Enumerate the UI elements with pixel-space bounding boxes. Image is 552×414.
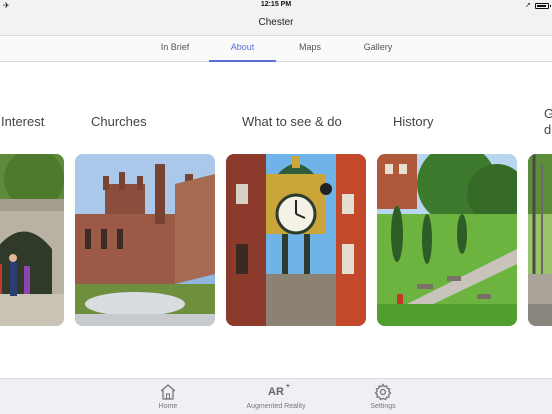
status-bar: ✈ 12:15 PM ➚ [0,0,552,12]
card-title-line-1: G [544,106,552,121]
card-image-roman-garden[interactable] [377,154,517,326]
gear-icon [343,382,423,402]
ar-glyph-plus: + [285,383,290,390]
card-title: What to see & do [242,114,342,129]
card-image-eastgate-clock[interactable] [226,154,366,326]
cathedral-photo [75,154,215,326]
card-title: Interest [1,114,45,129]
page-title: Chester [258,17,294,28]
eastgate-clock-photo [226,154,366,326]
ar-icon: AR + [236,382,316,402]
battery-icon [535,3,551,9]
card-image-bridge[interactable] [528,154,552,326]
tab-settings[interactable]: Settings [343,382,423,410]
card-title: Churches [91,114,147,129]
card-title: G d [544,106,552,138]
tab-maps[interactable]: Maps [289,36,331,62]
card-title: History [393,114,434,129]
location-arrow-icon: ➚ [525,2,531,9]
navigation-bar: Chester [0,12,552,36]
roman-garden-photo [377,154,517,326]
tab-augmented-reality[interactable]: AR + Augmented Reality [236,382,316,410]
card-image-cathedral[interactable] [75,154,215,326]
home-icon [128,382,208,402]
battery-level [537,5,546,7]
tab-augmented-reality-label: Augmented Reality [246,403,306,410]
tab-about[interactable]: About [209,36,276,62]
tab-home-label: Home [158,403,178,410]
tab-home[interactable]: Home [128,382,208,410]
card-title-line-2: d [544,122,552,137]
section-tabs: In Brief About Maps Gallery [0,36,552,62]
status-time: 12:15 PM [260,1,292,8]
topic-carousel[interactable]: Interest Churches What to see & do Histo… [0,62,552,378]
tab-in-brief[interactable]: In Brief [150,36,200,62]
city-walls-gate-photo [0,154,64,326]
tab-settings-label: Settings [370,403,396,410]
card-image-city-walls[interactable] [0,154,64,326]
bottom-tab-bar: Home AR + Augmented Reality Settings [0,378,552,414]
bridge-photo [528,154,552,326]
tab-gallery[interactable]: Gallery [355,36,401,62]
ar-glyph: AR [268,386,284,398]
